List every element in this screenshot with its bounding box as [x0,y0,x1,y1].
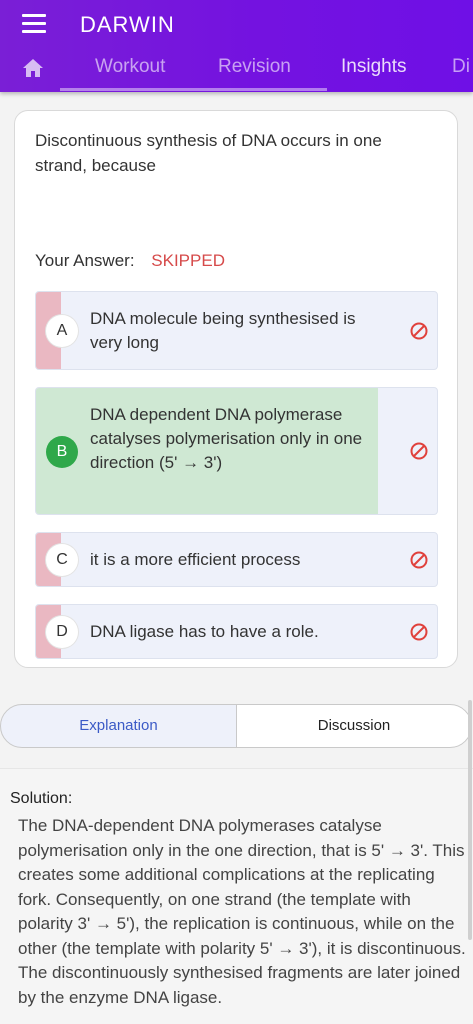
option-a[interactable]: A DNA molecule being synthesised is very… [35,291,438,370]
option-letter: D [46,616,78,648]
app-title: DARWIN [80,12,175,37]
option-b[interactable]: B DNA dependent DNA polymerase catalyses… [35,387,438,515]
tab-indicator [60,88,327,91]
tab-explanation[interactable]: Explanation [0,704,237,748]
option-text: it is a more efficient process [90,550,301,569]
tab-revision[interactable]: Revision [218,56,291,78]
your-answer-label: Your Answer: [35,251,135,270]
solution-label: Solution: [10,790,73,807]
solution-text: The DNA-dependent DNA polymerases cataly… [18,816,466,1007]
option-d[interactable]: D DNA ligase has to have a role. [35,604,438,659]
tab-workout[interactable]: Workout [95,56,165,78]
option-text: DNA molecule being synthesised is very l… [90,309,356,352]
scrollbar[interactable] [468,700,472,940]
ban-icon [410,442,428,460]
app-bar: DARWIN Workout Revision Insights Di [0,0,473,92]
option-letter-correct: B [46,436,78,468]
solution-section: Solution: The DNA-dependent DNA polymera… [0,768,473,1024]
tab-insights[interactable]: Insights [341,56,406,78]
tab-discussion[interactable]: Discussion [236,704,472,748]
option-text: DNA ligase has to have a role. [90,622,319,641]
top-tab-bar: Workout Revision Insights Di [0,52,473,92]
divider [0,768,473,769]
home-icon[interactable] [22,58,44,78]
question-card: Discontinuous synthesis of DNA occurs in… [14,110,458,668]
explanation-discussion-tabs: Explanation Discussion [0,704,473,748]
your-answer-row: Your Answer: SKIPPED [35,251,225,271]
ban-icon [410,551,428,569]
question-text: Discontinuous synthesis of DNA occurs in… [35,131,382,175]
option-letter: C [46,544,78,576]
option-c[interactable]: C it is a more efficient process [35,532,438,587]
option-text: DNA dependent DNA polymerase catalyses p… [90,405,363,472]
ban-icon [410,322,428,340]
your-answer-status: SKIPPED [151,251,225,270]
tab-partial[interactable]: Di [452,56,470,78]
option-letter: A [46,315,78,347]
hamburger-menu-icon[interactable] [22,14,46,34]
ban-icon [410,623,428,641]
